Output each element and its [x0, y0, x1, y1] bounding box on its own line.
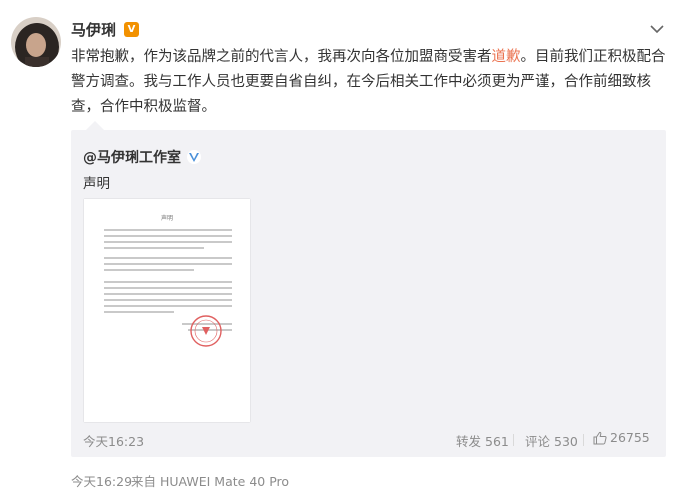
divider	[513, 434, 514, 446]
divider	[583, 434, 584, 446]
repost-count: 561	[485, 434, 509, 449]
avatar[interactable]	[11, 17, 61, 67]
post-text: 非常抱歉，作为该品牌之前的代言人，我再次向各位加盟商受害者道歉。目前我们正积极配…	[71, 45, 667, 120]
statement-image[interactable]: 声明	[84, 199, 250, 422]
comment-count: 530	[554, 434, 578, 449]
comment-button[interactable]: 评论 530	[525, 431, 578, 450]
repost-label: 转发	[456, 434, 482, 449]
comment-label: 评论	[525, 434, 551, 449]
v-verified-blue-icon	[187, 150, 201, 164]
quote-arrow	[86, 121, 104, 130]
thumbs-up-icon	[593, 431, 607, 444]
quote-timestamp[interactable]: 今天16:23	[83, 431, 144, 450]
keyword-link[interactable]: 道歉	[492, 49, 521, 65]
post-timestamp[interactable]: 今天16:29	[71, 471, 132, 490]
chevron-down-icon[interactable]	[648, 22, 666, 36]
author-name[interactable]: 马伊琍	[71, 19, 116, 40]
repost-button[interactable]: 转发 561	[456, 431, 509, 450]
quote-author-name[interactable]: @马伊琍工作室	[83, 147, 181, 167]
like-count: 26755	[610, 430, 650, 445]
quote-text: 声明	[83, 176, 110, 192]
like-button[interactable]: 26755	[593, 430, 650, 445]
post-text-part-1: 非常抱歉，作为该品牌之前的代言人，我再次向各位加盟商受害者	[71, 49, 492, 65]
post-source: 来自 HUAWEI Mate 40 Pro	[131, 474, 290, 489]
v-verified-badge-icon: V	[124, 21, 140, 37]
